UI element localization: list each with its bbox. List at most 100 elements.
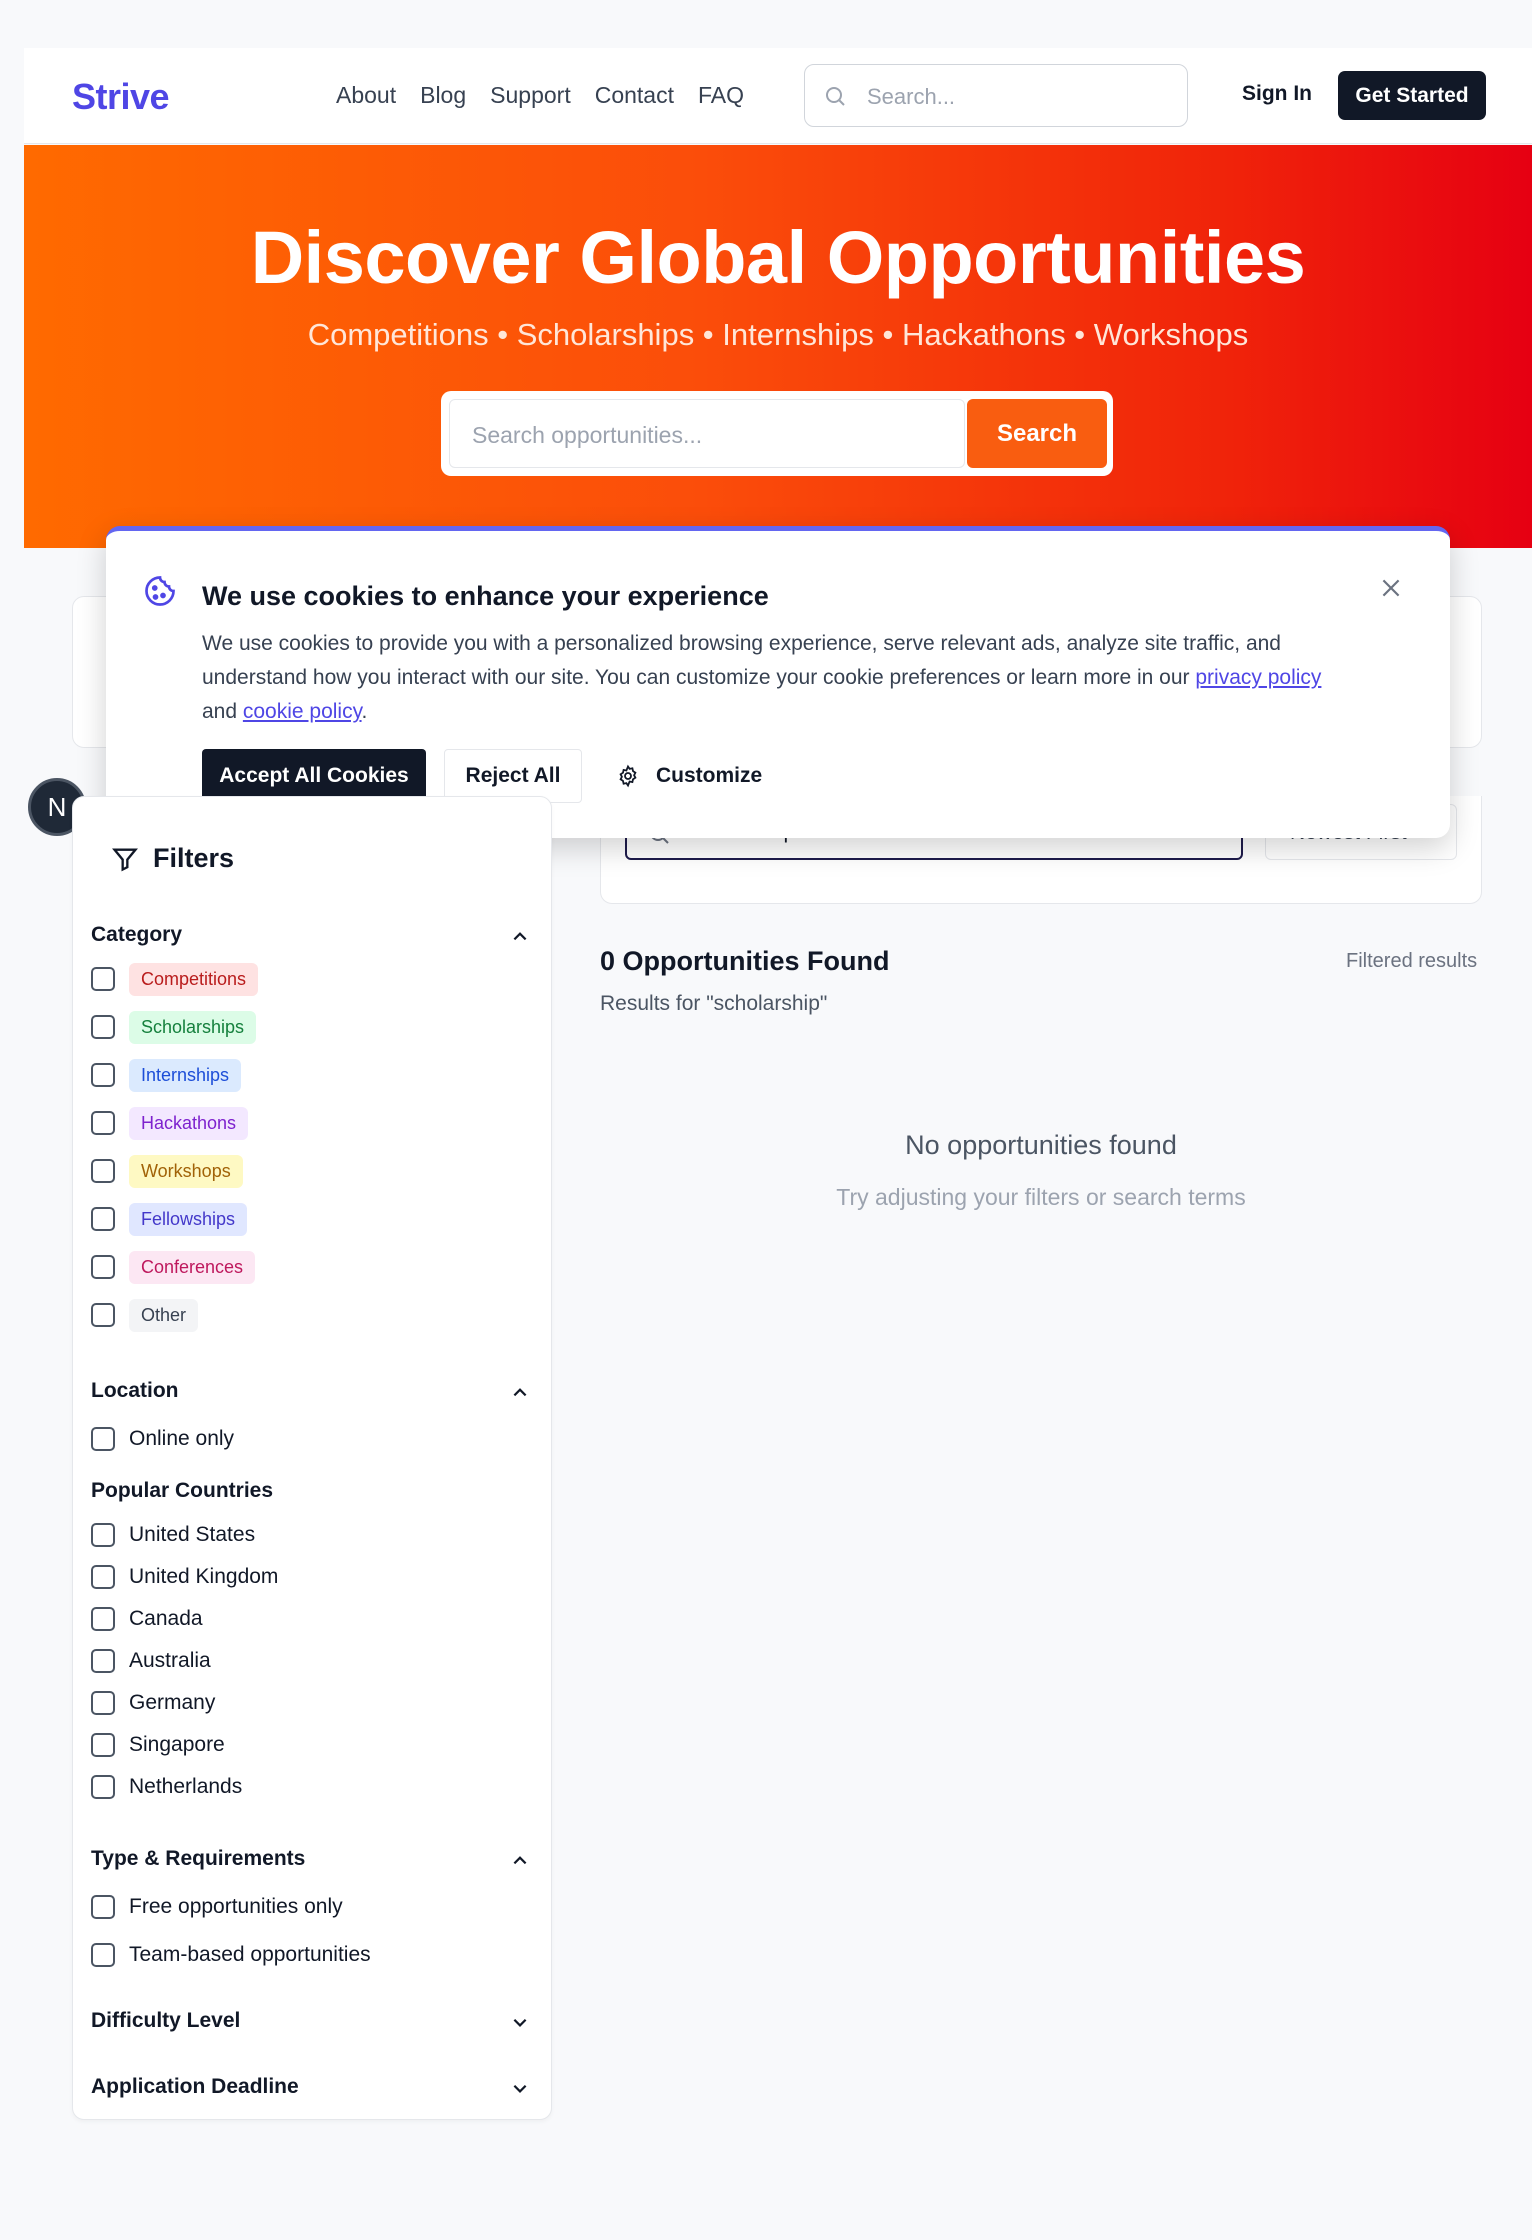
country-option[interactable]: United Kingdom [91,1557,278,1597]
checkbox[interactable] [91,1063,115,1087]
checkbox[interactable] [91,1015,115,1039]
country-option[interactable]: Netherlands [91,1767,242,1807]
category-pill: Conferences [129,1250,256,1284]
category-option-internships[interactable]: Internships [91,1055,242,1095]
nav-about[interactable]: About [336,82,396,109]
cookie-icon [145,576,175,606]
category-section-title[interactable]: Category [91,923,182,947]
customize-button[interactable]: Customize [616,749,762,803]
country-option[interactable]: Singapore [91,1725,225,1765]
header-search-input[interactable]: Search... [804,64,1188,127]
country-option[interactable]: Canada [91,1599,203,1639]
category-pill: Internships [129,1058,242,1092]
cookie-title: We use cookies to enhance your experienc… [202,581,769,611]
category-option-hackathons[interactable]: Hackathons [91,1103,249,1143]
privacy-policy-link[interactable]: privacy policy [1195,666,1321,689]
checkbox[interactable] [91,1607,115,1631]
checkbox[interactable] [91,1943,115,1967]
filter-icon [112,848,138,871]
checkbox[interactable] [91,1303,115,1327]
online-only-checkbox[interactable]: Online only [91,1419,234,1459]
team-based-checkbox[interactable]: Team-based opportunities [91,1935,371,1975]
customize-label: Customize [656,764,763,787]
checkbox[interactable] [91,1565,115,1589]
country-label: Germany [129,1691,216,1714]
country-label: Australia [129,1649,211,1672]
category-pill: Workshops [129,1154,243,1188]
accept-all-cookies-button[interactable]: Accept All Cookies [202,749,426,803]
category-pill: Fellowships [129,1202,248,1236]
country-option[interactable]: Australia [91,1641,211,1681]
category-option-workshops[interactable]: Workshops [91,1151,243,1191]
country-option[interactable]: Germany [91,1683,215,1723]
chevron-down-icon[interactable] [511,2013,529,2031]
team-based-label: Team-based opportunities [129,1943,371,1966]
country-label: United States [129,1523,256,1546]
filters-title: Filters [153,843,235,873]
country-label: Canada [129,1607,203,1630]
category-option-scholarships[interactable]: Scholarships [91,1007,257,1047]
category-pill: Other [129,1298,199,1332]
type-requirements-section-title[interactable]: Type & Requirements [91,1847,305,1871]
checkbox[interactable] [91,1159,115,1183]
chevron-up-icon[interactable] [511,927,529,945]
chevron-down-icon[interactable] [511,2079,529,2097]
cookie-text: We use cookies to provide you with a per… [202,627,1352,729]
checkbox[interactable] [91,967,115,991]
category-pill: Scholarships [129,1010,257,1044]
country-label: Netherlands [129,1775,243,1798]
reject-all-button[interactable]: Reject All [444,749,582,803]
sign-in-button[interactable]: Sign In [1242,82,1312,106]
filtered-results-label: Filtered results [1346,950,1478,972]
header-search-placeholder: Search... [867,84,956,109]
cookie-text-end: . [361,700,368,723]
checkbox[interactable] [91,1691,115,1715]
chevron-up-icon[interactable] [511,1851,529,1869]
main-nav: About Blog Support Contact FAQ [336,82,744,109]
checkbox[interactable] [91,1111,115,1135]
category-option-conferences[interactable]: Conferences [91,1247,256,1287]
get-started-button[interactable]: Get Started [1338,71,1486,120]
checkbox[interactable] [91,1649,115,1673]
difficulty-section-title[interactable]: Difficulty Level [91,2009,240,2033]
checkbox[interactable] [91,1255,115,1279]
location-section-title[interactable]: Location [91,1379,179,1403]
hero-search-button[interactable]: Search [967,399,1107,468]
checkbox[interactable] [91,1775,115,1799]
deadline-section-title[interactable]: Application Deadline [91,2075,299,2099]
nav-faq[interactable]: FAQ [698,82,744,109]
checkbox[interactable] [91,1523,115,1547]
checkbox[interactable] [91,1427,115,1451]
close-icon[interactable] [1378,575,1404,601]
cookie-policy-link[interactable]: cookie policy [243,700,362,723]
nav-blog[interactable]: Blog [420,82,466,109]
results-count-title: 0 Opportunities Found [600,946,890,976]
country-option[interactable]: United States [91,1515,255,1555]
nav-support[interactable]: Support [490,82,571,109]
checkbox[interactable] [91,1207,115,1231]
hero-search-input[interactable]: Search opportunities... [449,399,965,468]
cookie-banner: We use cookies to enhance your experienc… [106,526,1450,838]
category-option-other[interactable]: Other [91,1295,199,1335]
category-option-fellowships[interactable]: Fellowships [91,1199,248,1239]
hero-search-box: Search opportunities... Search [441,391,1113,476]
empty-state-title: No opportunities found [905,1130,1177,1160]
logo[interactable]: Strive [72,76,170,118]
online-only-label: Online only [129,1427,235,1450]
category-option-competitions[interactable]: Competitions [91,959,259,999]
filters-sidebar: Filters Category Competitions Scholarship… [72,796,552,2120]
popular-countries-title: Popular Countries [91,1479,274,1502]
free-only-label: Free opportunities only [129,1895,343,1918]
country-label: United Kingdom [129,1565,279,1588]
chevron-up-icon[interactable] [511,1383,529,1401]
checkbox[interactable] [91,1733,115,1757]
results-for-text: Results for "scholarship" [600,992,828,1015]
site-header: Strive About Blog Support Contact FAQ Se… [24,48,1532,144]
nav-contact[interactable]: Contact [595,82,674,109]
hero-subtitle: Competitions • Scholarships • Internship… [307,317,1249,352]
hero-title: Discover Global Opportunities [250,216,1306,299]
checkbox[interactable] [91,1895,115,1919]
cookie-text-and: and [202,700,243,723]
empty-state-subtitle: Try adjusting your filters or search ter… [836,1184,1246,1210]
free-only-checkbox[interactable]: Free opportunities only [91,1887,343,1927]
